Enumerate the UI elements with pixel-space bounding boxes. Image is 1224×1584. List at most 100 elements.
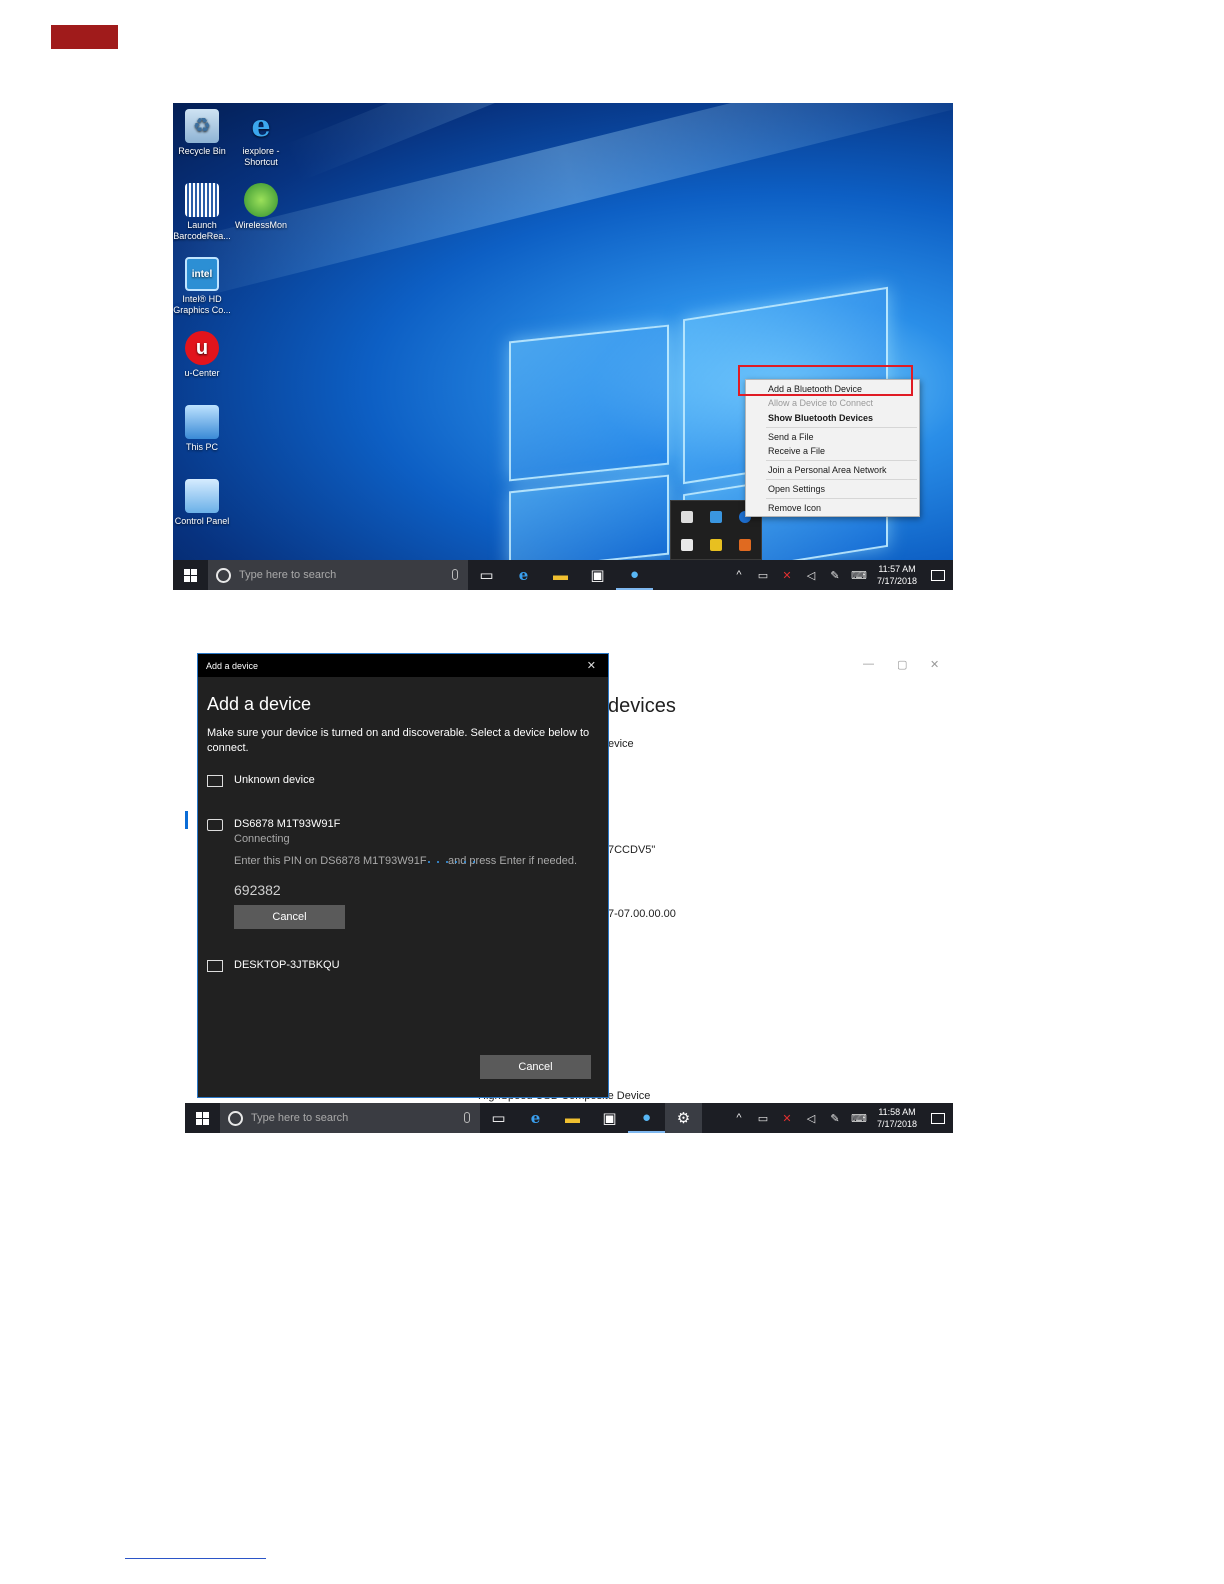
settings-title: devices: [608, 695, 676, 717]
display-icon[interactable]: [710, 511, 722, 523]
device-name: DESKTOP-3JTBKQU: [234, 959, 340, 971]
bluetooth-context-menu: Add a Bluetooth Device Allow a Device to…: [745, 379, 920, 517]
store-icon[interactable]: ▣: [591, 1103, 628, 1133]
microphone-icon[interactable]: [464, 1112, 470, 1123]
pin-code: 692382: [234, 882, 281, 898]
menu-separator: [766, 479, 917, 480]
start-button[interactable]: [185, 1103, 220, 1133]
device-name: DS6878 M1T93W91F: [234, 818, 341, 830]
progress-dots: [428, 850, 482, 868]
menu-item-join-pan[interactable]: Join a Personal Area Network: [768, 465, 887, 475]
taskbar-search-box[interactable]: Type here to search: [208, 560, 468, 590]
desktop-icon-this-pc[interactable]: This PC: [173, 405, 233, 453]
desktop-icon-label: WirelessMon: [234, 220, 287, 230]
this-pc-icon: [185, 405, 219, 439]
task-view-icon[interactable]: ▭: [468, 560, 505, 590]
network-off-icon[interactable]: ✕: [775, 569, 799, 582]
restore-icon[interactable]: ▢: [897, 658, 907, 671]
device-cancel-button[interactable]: Cancel: [234, 905, 345, 929]
file-explorer-icon[interactable]: ▬: [542, 560, 579, 590]
taskbar-clock[interactable]: 11:58 AM 7/17/2018: [871, 1106, 923, 1130]
clock-date: 7/17/2018: [876, 576, 918, 586]
dialog-close-icon[interactable]: ✕: [587, 659, 596, 672]
intel-graphics-icon: intel: [185, 257, 219, 291]
volume-icon[interactable]: ◁: [799, 569, 823, 582]
dialog-cancel-button[interactable]: Cancel: [480, 1055, 591, 1079]
folder-sync-icon[interactable]: [710, 539, 722, 551]
taskbar-search-box[interactable]: Type here to search: [220, 1103, 480, 1133]
pen-icon[interactable]: ✎: [823, 1112, 847, 1125]
edge-icon[interactable]: e: [505, 560, 542, 590]
desktop-icon-recycle-bin[interactable]: ♻ Recycle Bin: [173, 109, 233, 157]
chevron-up-icon[interactable]: ^: [727, 1112, 751, 1124]
maps-pin-icon[interactable]: ●: [616, 560, 653, 590]
device-item-desktop[interactable]: DESKTOP-3JTBKQU: [207, 959, 587, 977]
maps-pin-icon[interactable]: ●: [628, 1103, 665, 1133]
close-icon[interactable]: ✕: [930, 658, 939, 671]
menu-item-open-settings[interactable]: Open Settings: [768, 484, 825, 494]
network-off-icon[interactable]: ✕: [775, 1112, 799, 1125]
task-view-icon[interactable]: ▭: [480, 1103, 517, 1133]
device-status: Connecting: [234, 833, 290, 845]
settings-gear-icon[interactable]: ⚙: [665, 1103, 702, 1133]
menu-separator: [766, 427, 917, 428]
desktop-icon-control-panel[interactable]: Control Panel: [173, 479, 233, 527]
settings-text: evice: [608, 738, 634, 750]
keyboard-icon: [207, 819, 223, 831]
keyboard-icon[interactable]: ⌨: [847, 569, 871, 582]
action-center-button[interactable]: [923, 1103, 953, 1133]
computer-icon: [207, 960, 223, 972]
action-center-button[interactable]: [923, 560, 953, 590]
dialog-description: Make sure your device is turned on and d…: [207, 727, 590, 754]
desktop-icon-wirelessmon[interactable]: WirelessMon: [230, 183, 292, 231]
notification-icon: [931, 1112, 945, 1124]
menu-item-receive-file[interactable]: Receive a File: [768, 446, 825, 456]
system-tray: ^ ▭ ✕ ◁ ✎ ⌨ 11:58 AM 7/17/2018: [727, 1103, 953, 1133]
battery-icon[interactable]: ▭: [751, 569, 775, 582]
menu-item-remove-icon[interactable]: Remove Icon: [768, 503, 821, 513]
keyboard-icon[interactable]: ⌨: [847, 1112, 871, 1125]
unknown-device-icon: [207, 775, 223, 787]
start-button[interactable]: [173, 560, 208, 590]
add-device-screenshot: — ▢ ✕ devices evice 7CCDV5" 7-07.00.00.0…: [185, 650, 953, 1133]
desktop-icon-label: iexplore - Shortcut: [242, 146, 280, 167]
selection-accent: [185, 811, 188, 829]
taskbar: Type here to search ▭ e ▬ ▣ ● ⚙ ^ ▭ ✕ ◁ …: [185, 1103, 953, 1133]
clock-date: 7/17/2018: [876, 1119, 918, 1129]
wireless-icon: [244, 183, 278, 217]
desktop-screenshot: ♻ Recycle Bin e iexplore - Shortcut Laun…: [173, 103, 953, 590]
microphone-icon[interactable]: [452, 569, 458, 580]
taskbar-clock[interactable]: 11:57 AM 7/17/2018: [871, 563, 923, 587]
device-item-unknown[interactable]: Unknown device: [207, 774, 587, 792]
volume-icon[interactable]: ◁: [799, 1112, 823, 1125]
header-color-bar: [51, 25, 118, 49]
dialog-window-title: Add a device: [206, 660, 259, 671]
edge-icon[interactable]: e: [517, 1103, 554, 1133]
security-icon[interactable]: [681, 539, 693, 551]
desktop-icon-label: This PC: [185, 442, 218, 452]
window-logo-pane: [509, 474, 669, 572]
pen-icon[interactable]: ✎: [823, 569, 847, 582]
usb-icon[interactable]: [681, 511, 693, 523]
arrow-tool-icon[interactable]: [739, 539, 751, 551]
store-icon[interactable]: ▣: [579, 560, 616, 590]
menu-item-show-bluetooth-devices[interactable]: Show Bluetooth Devices: [768, 413, 873, 423]
desktop-icon-intel-graphics[interactable]: intel Intel® HD Graphics Co...: [173, 257, 233, 316]
file-explorer-icon[interactable]: ▬: [554, 1103, 591, 1133]
minimize-icon[interactable]: —: [863, 658, 874, 670]
clock-time: 11:57 AM: [878, 564, 916, 574]
window-logo-pane: [509, 324, 669, 482]
menu-item-allow-device-connect: Allow a Device to Connect: [768, 398, 874, 408]
clock-time: 11:58 AM: [878, 1107, 916, 1117]
footer-link-underline: [125, 1558, 266, 1559]
chevron-up-icon[interactable]: ^: [727, 569, 751, 581]
device-name: Unknown device: [234, 774, 315, 786]
notification-icon: [931, 569, 945, 581]
control-panel-icon: [185, 479, 219, 513]
desktop-icon-iexplore[interactable]: e iexplore - Shortcut: [230, 109, 292, 168]
desktop-icon-u-center[interactable]: u u-Center: [173, 331, 233, 379]
desktop-icon-label: Control Panel: [174, 516, 230, 526]
desktop-icon-barcode[interactable]: Launch BarcodeRea...: [173, 183, 233, 242]
battery-icon[interactable]: ▭: [751, 1112, 775, 1125]
menu-item-send-file[interactable]: Send a File: [768, 432, 814, 442]
